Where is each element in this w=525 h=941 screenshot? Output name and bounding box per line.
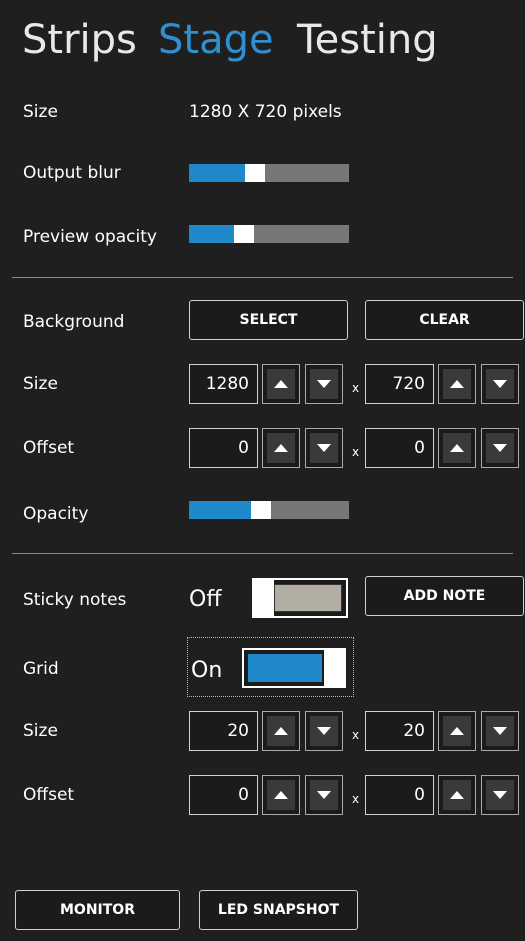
preview-opacity-thumb[interactable] [234, 225, 254, 243]
arrow-up-icon [274, 380, 288, 388]
tab-strips[interactable]: Strips [22, 14, 137, 66]
arrow-down-icon [493, 380, 507, 388]
background-offset-x-input[interactable]: 0 [189, 428, 258, 468]
add-note-button[interactable]: ADD NOTE [365, 576, 524, 616]
stage-size-label: Size [23, 102, 58, 122]
background-height-up-button[interactable] [438, 364, 476, 404]
grid-size-x-up-button[interactable] [262, 711, 300, 751]
grid-label: Grid [23, 659, 59, 679]
grid-offset-x-down-button[interactable] [305, 775, 343, 815]
grid-offset-y-input[interactable]: 0 [365, 775, 434, 815]
background-height-down-button[interactable] [481, 364, 519, 404]
background-opacity-label: Opacity [23, 504, 89, 524]
sticky-notes-toggle[interactable] [252, 578, 348, 618]
grid-size-y-up-button[interactable] [438, 711, 476, 751]
output-blur-slider[interactable] [189, 164, 349, 182]
grid-offset-label: Offset [23, 785, 75, 805]
background-label: Background [23, 312, 125, 332]
grid-size-x-input[interactable]: 20 [189, 711, 258, 751]
tab-testing[interactable]: Testing [297, 14, 438, 66]
times-sign: x [352, 728, 360, 742]
background-offset-x-up-button[interactable] [262, 428, 300, 468]
background-size-label: Size [23, 374, 58, 394]
times-sign: x [352, 381, 360, 395]
arrow-up-icon [450, 727, 464, 735]
preview-opacity-label: Preview opacity [23, 227, 157, 247]
background-offset-x-down-button[interactable] [305, 428, 343, 468]
clear-button[interactable]: CLEAR [365, 300, 524, 340]
times-sign: x [352, 445, 360, 459]
sticky-notes-toggle-track [274, 584, 342, 612]
arrow-down-icon [493, 727, 507, 735]
background-offset-y-down-button[interactable] [481, 428, 519, 468]
arrow-up-icon [450, 791, 464, 799]
tab-stage[interactable]: Stage [158, 14, 274, 66]
background-offset-label: Offset [23, 438, 75, 458]
arrow-up-icon [274, 444, 288, 452]
led-snapshot-button[interactable]: LED SNAPSHOT [199, 890, 358, 930]
grid-toggle[interactable] [242, 648, 346, 688]
section-divider-2 [12, 553, 513, 554]
arrow-down-icon [493, 791, 507, 799]
output-blur-fill [189, 164, 245, 182]
sticky-notes-label: Sticky notes [23, 590, 127, 610]
arrow-down-icon [317, 791, 331, 799]
background-opacity-slider[interactable] [189, 501, 349, 519]
times-sign: x [352, 792, 360, 806]
preview-opacity-slider[interactable] [189, 225, 349, 243]
arrow-up-icon [274, 727, 288, 735]
stage-size-value: 1280 X 720 pixels [189, 102, 342, 122]
sticky-notes-toggle-knob [252, 578, 274, 618]
arrow-down-icon [317, 380, 331, 388]
background-width-up-button[interactable] [262, 364, 300, 404]
grid-toggle-track [248, 654, 322, 682]
sticky-notes-state: Off [189, 587, 222, 612]
arrow-up-icon [450, 444, 464, 452]
arrow-up-icon [450, 380, 464, 388]
grid-size-y-down-button[interactable] [481, 711, 519, 751]
grid-size-label: Size [23, 721, 58, 741]
preview-opacity-fill [189, 225, 234, 243]
background-width-input[interactable]: 1280 [189, 364, 258, 404]
grid-state: On [191, 658, 223, 683]
grid-offset-y-up-button[interactable] [438, 775, 476, 815]
arrow-up-icon [274, 791, 288, 799]
arrow-down-icon [493, 444, 507, 452]
section-divider-1 [12, 277, 513, 278]
grid-offset-y-down-button[interactable] [481, 775, 519, 815]
arrow-down-icon [317, 727, 331, 735]
output-blur-thumb[interactable] [245, 164, 265, 182]
background-width-down-button[interactable] [305, 364, 343, 404]
grid-offset-x-up-button[interactable] [262, 775, 300, 815]
grid-size-x-down-button[interactable] [305, 711, 343, 751]
background-height-input[interactable]: 720 [365, 364, 434, 404]
monitor-button[interactable]: MONITOR [15, 890, 180, 930]
background-offset-y-input[interactable]: 0 [365, 428, 434, 468]
background-offset-y-up-button[interactable] [438, 428, 476, 468]
output-blur-label: Output blur [23, 163, 121, 183]
grid-toggle-knob [324, 648, 346, 688]
select-button[interactable]: SELECT [189, 300, 348, 340]
grid-size-y-input[interactable]: 20 [365, 711, 434, 751]
background-opacity-thumb[interactable] [251, 501, 271, 519]
grid-offset-x-input[interactable]: 0 [189, 775, 258, 815]
arrow-down-icon [317, 444, 331, 452]
background-opacity-fill [189, 501, 251, 519]
